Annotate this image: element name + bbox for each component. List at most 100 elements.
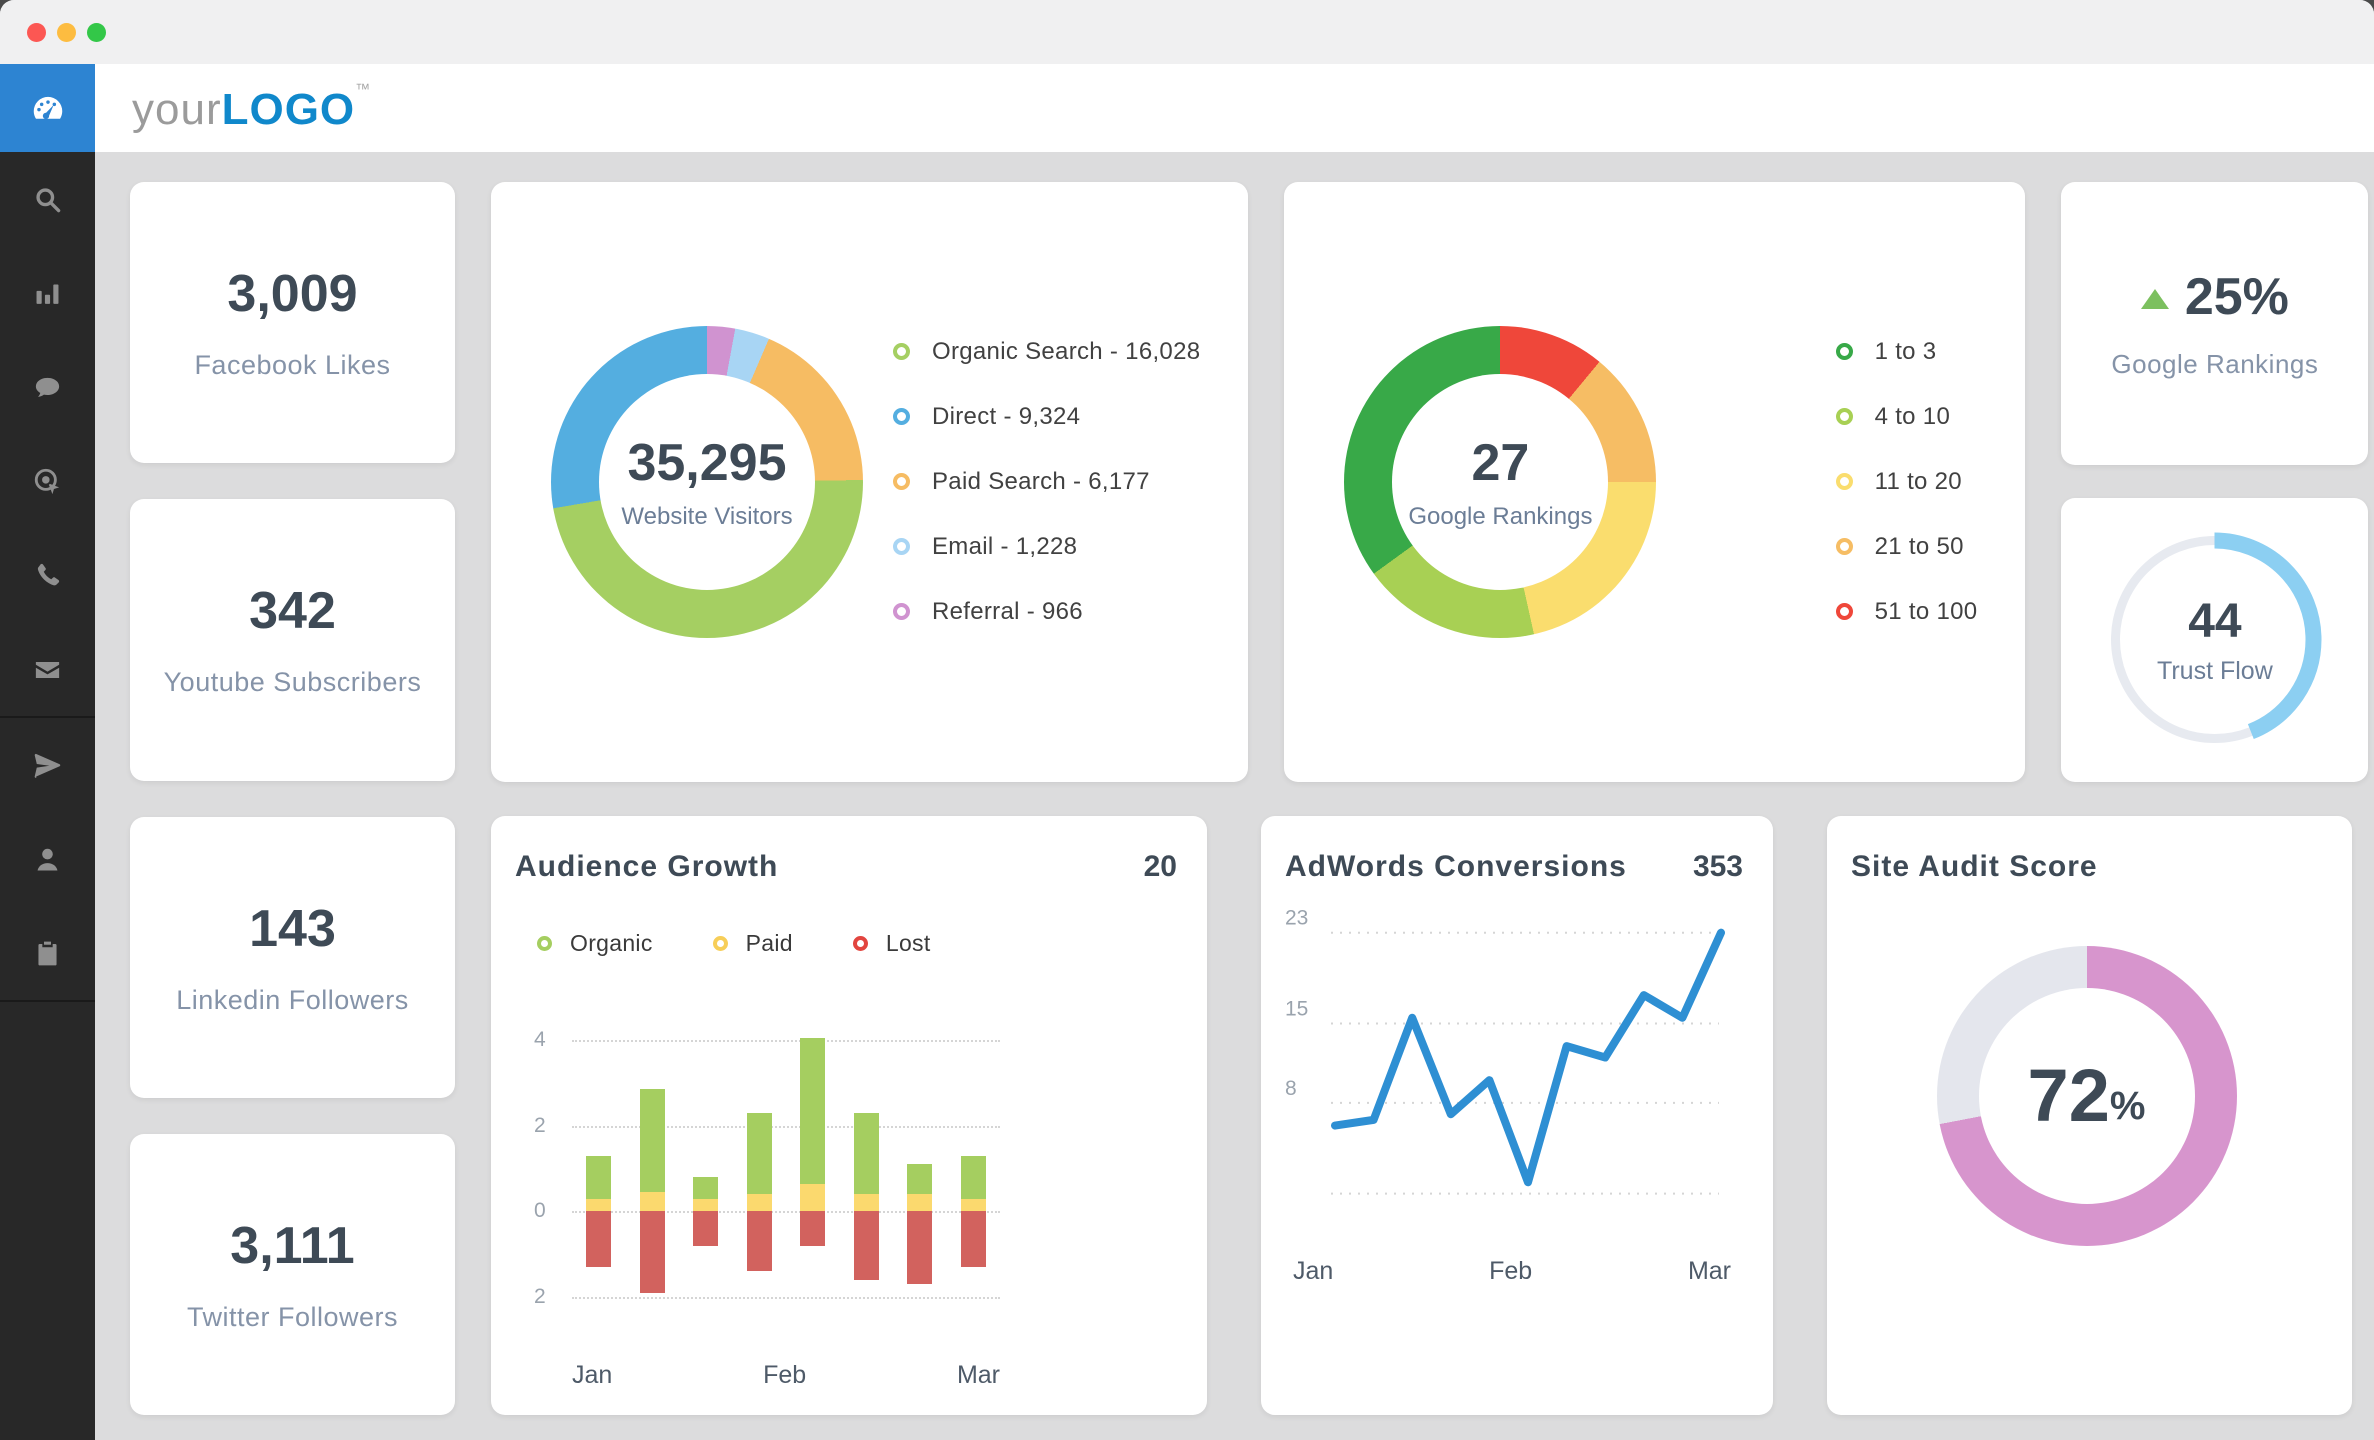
site-audit-score-card: Site Audit Score 72% [1827,815,2352,1415]
y-axis-tick: 2 [534,1285,546,1309]
traffic-lights [27,22,106,42]
dashboard-icon [29,89,67,127]
bar-paid[interactable] [907,1194,933,1212]
site-audit-score-title: Site Audit Score [1851,849,2098,883]
trust-flow-gauge-chart[interactable]: 44 Trust Flow [2107,532,2322,747]
legend-label: 1 to 3 [1874,337,1937,365]
mail-icon [32,654,63,685]
site-audit-gauge-chart[interactable]: 72% [1936,945,2237,1246]
website-visitors-center: 35,295 Website Visitors [599,373,815,590]
x-axis-label: Mar [956,1360,1000,1389]
legend-ring-icon [852,935,868,951]
legend-label: 4 to 10 [1874,402,1951,430]
y-axis-tick: 15 [1285,997,1308,1020]
youtube-subscribers-label: Youtube Subscribers [163,667,422,698]
trust-flow-value: 44 [2188,594,2242,648]
sidebar-item-tasks[interactable] [0,906,95,1000]
bar-paid[interactable] [853,1194,879,1212]
website-visitors-donut-chart[interactable]: 35,295 Website Visitors [551,325,863,638]
legend-ring-icon [893,603,910,621]
sidebar-item-dashboard[interactable] [0,64,95,152]
audience-growth-header-value: 20 [1143,849,1177,883]
legend-item: Lost [852,929,931,957]
conversions-line[interactable] [1331,928,1725,1186]
bar-organic[interactable] [907,1164,933,1195]
traffic-light-zoom[interactable] [87,22,106,42]
bar-organic[interactable] [800,1037,826,1184]
bar-lost[interactable] [746,1211,772,1272]
user-icon [32,844,63,875]
sidebar-item-target[interactable] [0,434,95,528]
legend-ring-icon [537,935,552,951]
bar-paid[interactable] [746,1194,772,1212]
legend-ring-icon [1835,538,1853,556]
google-rankings-card: 27 Google Rankings 1 to 3 4 to 10 11 to 20… [1284,182,2026,782]
trust-flow-label: Trust Flow [2157,656,2273,685]
bar-paid[interactable] [586,1198,612,1212]
stats-column: 3,009 Facebook Likes 342 Youtube Subscri… [130,182,455,1415]
trust-flow-center: 44 Trust Flow [2107,532,2322,747]
bar-lost[interactable] [800,1211,826,1246]
bar-paid[interactable] [639,1192,665,1212]
sidebar-item-search[interactable] [0,152,95,246]
google-rankings-donut-chart[interactable]: 27 Google Rankings [1344,325,1657,638]
bar-paid[interactable] [960,1198,986,1212]
sidebar-divider [0,1000,95,1002]
sidebar-item-analytics[interactable] [0,246,95,340]
chat-icon [32,372,63,403]
stat-card-youtube-subscribers: 342 Youtube Subscribers [130,499,455,781]
sidebar-item-send[interactable] [0,718,95,812]
google-rankings-change-card: 25% Google Rankings [2061,182,2369,466]
site-audit-center: 72% [1978,987,2195,1204]
sidebar-item-mail[interactable] [0,622,95,716]
google-rankings-legend: 1 to 3 4 to 10 11 to 20 21 to 50 51 to 100 [1835,337,1978,626]
legend-item: Organic [537,930,653,957]
website-visitors-legend: Organic Search - 16,028 Direct - 9,324 Pai… [893,338,1200,626]
trend-up-arrow-icon [2140,289,2169,310]
adwords-conversions-header-value: 353 [1692,849,1743,883]
twitter-followers-label: Twitter Followers [186,1301,399,1332]
bar-paid[interactable] [800,1183,826,1212]
legend-ring-icon [712,935,728,951]
audience-growth-legend: Organic Paid Lost [537,930,1177,957]
sidebar-item-user[interactable] [0,812,95,906]
traffic-light-minimize[interactable] [57,22,76,42]
bar-lost[interactable] [586,1211,612,1268]
y-axis-tick: 8 [1285,1076,1297,1099]
legend-ring-icon [1835,473,1853,491]
bar-organic[interactable] [586,1155,612,1199]
legend-ring-icon [1835,343,1853,361]
linkedin-followers-label: Linkedin Followers [176,984,409,1015]
legend-label: Lost [885,929,931,956]
legend-label: Direct - 9,324 [932,402,1081,430]
bar-organic[interactable] [693,1177,719,1199]
legend-item: Paid Search - 6,177 [893,468,1200,496]
legend-label: Paid Search - 6,177 [932,467,1150,495]
bar-lost[interactable] [853,1211,879,1281]
bar-organic[interactable] [639,1089,665,1193]
traffic-light-close[interactable] [27,22,46,42]
bar-paid[interactable] [693,1198,719,1212]
adwords-conversions-line-chart[interactable]: 23 15 8 [1285,906,1743,1227]
legend-label: Organic Search - 16,028 [932,337,1201,365]
bar-organic[interactable] [746,1112,772,1195]
audience-growth-bar-chart[interactable]: 4 2 0 2 [534,1021,1000,1317]
bar-lost[interactable] [960,1211,986,1268]
bar-organic[interactable] [960,1155,986,1199]
logo-trademark: ™ [355,81,371,98]
legend-item: 4 to 10 [1835,402,1978,431]
legend-ring-icon [893,343,910,361]
bar-lost[interactable] [693,1211,719,1246]
legend-item: Referral - 966 [893,598,1200,626]
bar-lost[interactable] [639,1211,665,1293]
logo[interactable]: yourLOGO™ [132,81,370,135]
sidebar-item-chat[interactable] [0,340,95,434]
sidebar-item-phone[interactable] [0,528,95,622]
site-audit-value: 72 [2027,1054,2110,1137]
sidebar [0,64,95,1440]
bar-lost[interactable] [907,1211,933,1285]
trust-flow-card: 44 Trust Flow [2061,498,2369,782]
bar-organic[interactable] [853,1112,879,1195]
send-icon [32,750,63,781]
legend-ring-icon [893,538,910,556]
